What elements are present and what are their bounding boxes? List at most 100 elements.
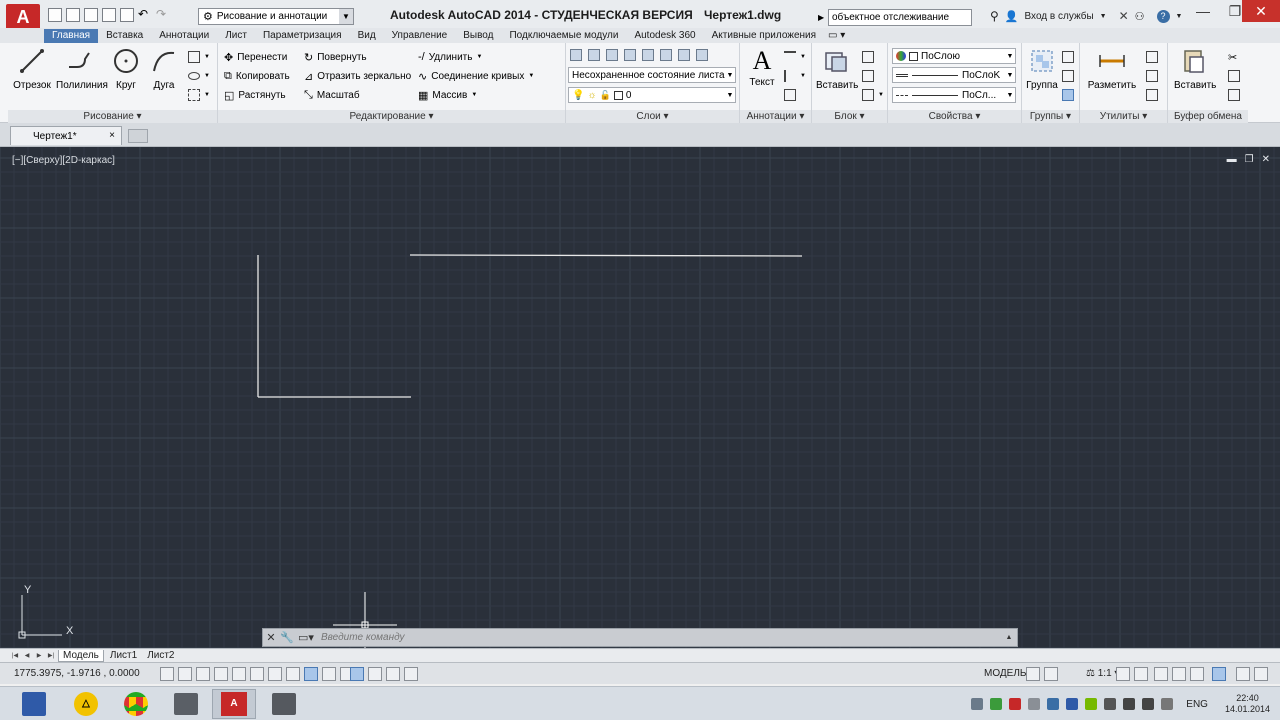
tab-view[interactable]: Вид — [350, 29, 384, 43]
3d-object-snap-icon[interactable] — [268, 667, 282, 681]
model-space-toggle[interactable]: МОДЕЛЬ — [984, 668, 1026, 679]
sign-in-link[interactable]: Вход в службы — [1025, 11, 1094, 22]
join-button[interactable]: ∿ Соединение кривых ▼ — [418, 68, 534, 84]
toolbar-lock-icon[interactable] — [1172, 667, 1186, 681]
attribute-tool[interactable]: ▼ — [862, 87, 884, 103]
polyline-button[interactable]: Полилиния — [56, 47, 108, 91]
ellipse-tool[interactable]: ▼ — [188, 68, 210, 84]
tab-annotate[interactable]: Аннотации — [151, 29, 217, 43]
tray-nvidia-icon[interactable] — [1085, 698, 1098, 710]
layer-state-dropdown[interactable]: Несохраненное состояние листа ▼ — [568, 67, 736, 83]
text-button[interactable]: A Текст — [742, 47, 782, 89]
stretch-button[interactable]: ◱ Растянуть — [224, 87, 286, 103]
new-icon[interactable] — [48, 8, 62, 22]
print-icon[interactable] — [120, 8, 134, 22]
auto-scale-icon[interactable] — [1134, 667, 1148, 681]
last-tab-icon[interactable]: ▶| — [46, 651, 56, 661]
close-drawing-icon[interactable]: ✕ — [1262, 154, 1270, 165]
transparency-icon[interactable] — [350, 667, 364, 681]
save-icon[interactable] — [84, 8, 98, 22]
layer-state-icon[interactable] — [588, 49, 600, 61]
tab-autodesk360[interactable]: Autodesk 360 — [626, 29, 703, 43]
annotation-monitor-icon[interactable] — [404, 667, 418, 681]
linetype-dropdown[interactable]: ПоСлоK ▼ — [892, 67, 1016, 83]
new-tab-button[interactable] — [128, 129, 148, 143]
drawing-area[interactable]: Y X [−][Сверху][2D-каркас] ▬ ❐ ✕ — [0, 147, 1280, 648]
tray-autodesk-icon[interactable] — [1028, 698, 1041, 710]
undo-icon[interactable]: ↶ — [138, 8, 152, 22]
taskbar-screen-recorder[interactable] — [164, 689, 208, 719]
tab-layout2[interactable]: Лист2 — [143, 650, 178, 662]
taskbar-autocad[interactable]: A — [212, 689, 256, 719]
trim-button[interactable]: -/Удлинить ▼ — [418, 49, 482, 65]
group-edit-tool[interactable] — [1062, 68, 1074, 84]
tray-flag-icon[interactable] — [1161, 698, 1174, 710]
layer-walk-icon[interactable] — [606, 49, 618, 61]
move-button[interactable]: ✥ Перенести — [224, 49, 287, 65]
annotation-scale[interactable]: ⚖ 1:1 ▾ — [1086, 668, 1119, 679]
ribbon-toggle-icon[interactable]: ▭ ▾ — [824, 29, 849, 43]
array-button[interactable]: ▦ Массив ▼ — [418, 87, 477, 103]
save-as-icon[interactable] — [102, 8, 116, 22]
workspace-switching-icon[interactable] — [1154, 667, 1168, 681]
taskbar-video-app[interactable] — [262, 689, 306, 719]
grid-display-icon[interactable] — [196, 667, 210, 681]
cut-tool[interactable]: ✂ — [1228, 49, 1237, 65]
file-tab-drawing1[interactable]: Чертеж1* × — [10, 126, 122, 145]
application-menu-button[interactable]: A — [6, 4, 40, 30]
restore-drawing-icon[interactable]: ❐ — [1245, 154, 1254, 165]
close-command-line-icon[interactable]: ✕ — [263, 629, 279, 646]
create-block-tool[interactable] — [862, 49, 874, 65]
dynamic-ucs-icon[interactable] — [304, 667, 318, 681]
model-space-canvas[interactable]: Y X — [0, 147, 1280, 648]
panel-title-properties[interactable]: Свойства ▾ — [888, 110, 1021, 123]
copy-button[interactable]: ⧉ Копировать — [224, 68, 290, 84]
isolate-objects-icon[interactable] — [1212, 667, 1226, 681]
leader-tool[interactable]: ▼ — [784, 68, 806, 84]
group-select-tool[interactable] — [1062, 87, 1074, 103]
tab-layout[interactable]: Лист — [217, 29, 255, 43]
open-icon[interactable] — [66, 8, 80, 22]
infer-constraints-icon[interactable] — [160, 667, 174, 681]
tab-plugins[interactable]: Подключаемые модули — [501, 29, 626, 43]
tab-insert[interactable]: Вставка — [98, 29, 151, 43]
close-button[interactable]: ✕ — [1242, 0, 1280, 22]
object-snap-icon[interactable] — [250, 667, 264, 681]
circle-button[interactable]: Круг — [106, 47, 146, 91]
object-snap-tracking-icon[interactable] — [286, 667, 300, 681]
chevron-down-icon[interactable]: ▼ — [1176, 13, 1183, 20]
status-bar-menu-icon[interactable] — [1236, 667, 1250, 681]
tab-active-apps[interactable]: Активные приложения — [704, 29, 824, 43]
copy-clip-tool[interactable] — [1228, 68, 1240, 84]
color-dropdown[interactable]: ПоСлою ▼ — [892, 48, 1016, 64]
command-input[interactable] — [317, 630, 1001, 645]
hatch-tool[interactable]: ▼ — [188, 87, 210, 103]
keyboard-language[interactable]: ENG — [1186, 699, 1208, 710]
panel-title-utilities[interactable]: Утилиты ▾ — [1080, 110, 1167, 123]
search-input[interactable] — [828, 8, 972, 26]
taskbar-save-app[interactable] — [12, 689, 56, 719]
close-tab-icon[interactable]: × — [109, 130, 115, 141]
panel-title-block[interactable]: Блок ▾ — [812, 110, 887, 123]
expand-arrow-icon[interactable]: ▶ — [818, 13, 824, 22]
quick-select-tool[interactable] — [1146, 49, 1158, 65]
exchange-icon[interactable]: ✕ — [1119, 9, 1129, 23]
arc-button[interactable]: Дуга — [144, 47, 184, 91]
binoculars-icon[interactable]: ⚲ — [990, 9, 999, 23]
panel-title-annotation[interactable]: Аннотации ▾ — [740, 110, 811, 123]
coordinate-readout[interactable]: 1775.3975, -1.9716 , 0.0000 — [14, 668, 140, 679]
panel-title-modify[interactable]: Редактирование ▾ — [218, 110, 565, 123]
tab-home[interactable]: Главная — [44, 29, 99, 43]
tab-layout1[interactable]: Лист1 — [106, 650, 141, 662]
id-point-tool[interactable] — [1146, 87, 1158, 103]
layer-dropdown[interactable]: 💡 ☼ 🔓 0 ▼ — [568, 87, 736, 103]
selection-cycling-icon[interactable] — [386, 667, 400, 681]
chevron-down-icon[interactable]: ▼ — [1100, 13, 1107, 20]
quick-view-drawings-icon[interactable] — [1044, 667, 1058, 681]
redo-icon[interactable]: ↷ — [156, 8, 170, 22]
wrench-icon[interactable]: 🔧 — [279, 629, 295, 646]
panel-title-draw[interactable]: Рисование ▾ — [8, 110, 217, 123]
viewport-controls-label[interactable]: [−][Сверху][2D-каркас] — [12, 155, 115, 166]
first-tab-icon[interactable]: |◀ — [10, 651, 20, 661]
annotation-visibility-icon[interactable] — [1116, 667, 1130, 681]
